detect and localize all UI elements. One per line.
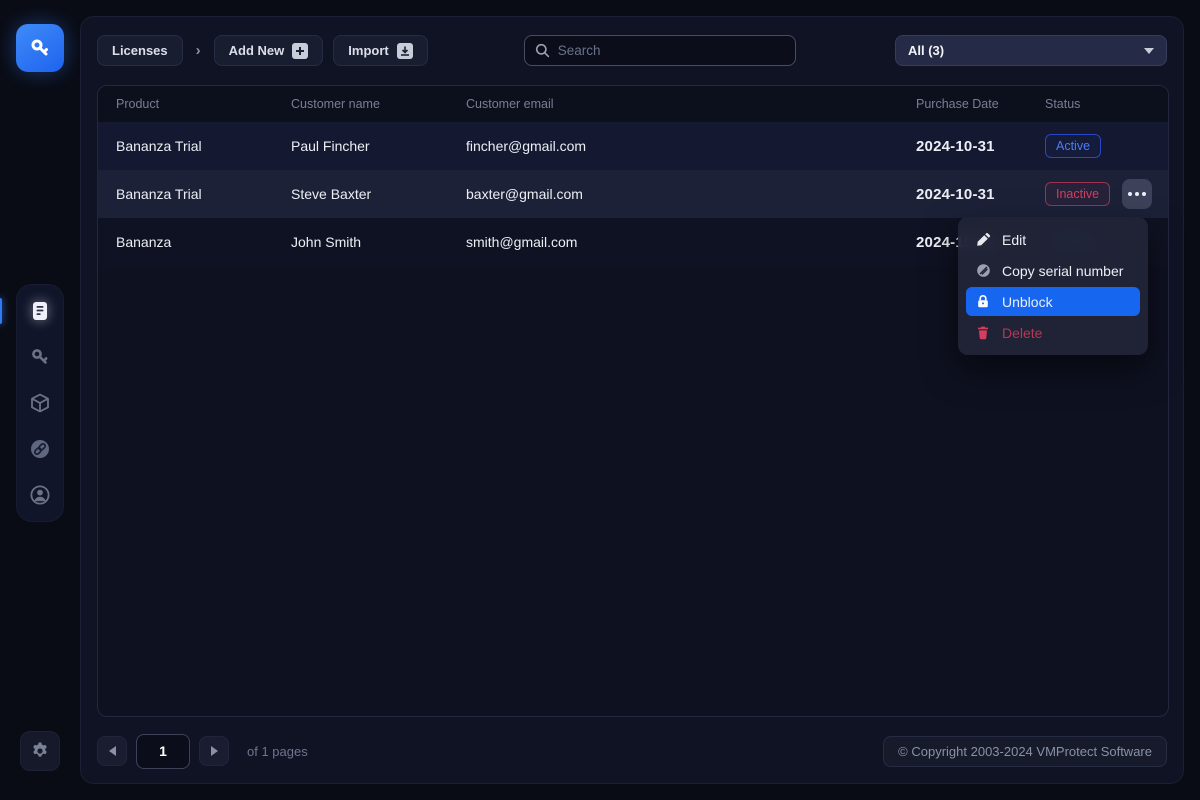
- column-header-product: Product: [116, 97, 291, 111]
- next-page-button[interactable]: [199, 736, 229, 766]
- cube-icon: [29, 392, 51, 414]
- document-icon: [30, 300, 50, 322]
- cell-customer-email: smith@gmail.com: [466, 234, 916, 250]
- cell-customer-name: Paul Fincher: [291, 138, 466, 154]
- sidebar-item-products[interactable]: [28, 391, 52, 415]
- pages-count-label: of 1 pages: [247, 744, 308, 759]
- column-header-status: Status: [1045, 97, 1168, 111]
- menu-item-copy-serial[interactable]: Copy serial number: [966, 256, 1140, 285]
- panel-footer: 1 of 1 pages © Copyright 2003-2024 VMPro…: [97, 733, 1167, 769]
- import-label: Import: [348, 43, 388, 58]
- table-row[interactable]: Bananza Trial Paul Fincher fincher@gmail…: [98, 122, 1168, 170]
- current-page: 1: [159, 743, 167, 759]
- menu-item-label: Edit: [1002, 232, 1026, 248]
- main-panel: Licenses › Add New Import: [80, 16, 1184, 784]
- lock-icon: [975, 294, 991, 309]
- download-icon: [397, 43, 413, 59]
- sidebar-nav: [16, 284, 64, 522]
- sidebar-item-links[interactable]: [28, 437, 52, 461]
- cell-customer-name: Steve Baxter: [291, 186, 466, 202]
- page-number-box[interactable]: 1: [136, 734, 190, 769]
- search-icon: [535, 43, 550, 58]
- active-nav-indicator: [0, 298, 2, 324]
- user-icon: [29, 484, 51, 506]
- column-header-customer-email: Customer email: [466, 97, 916, 111]
- column-header-purchase-date: Purchase Date: [916, 97, 1045, 111]
- chevron-right-icon: ›: [196, 42, 201, 59]
- menu-item-label: Delete: [1002, 325, 1042, 341]
- toolbar: Licenses › Add New Import: [97, 35, 1167, 66]
- plus-icon: [292, 43, 308, 59]
- cell-customer-email: baxter@gmail.com: [466, 186, 916, 202]
- arrow-left-icon: [109, 746, 116, 756]
- sidebar-item-licenses[interactable]: [28, 299, 52, 323]
- add-new-button[interactable]: Add New: [214, 35, 324, 66]
- app-logo[interactable]: [16, 24, 64, 72]
- chevron-down-icon: [1144, 48, 1154, 54]
- cell-customer-email: fincher@gmail.com: [466, 138, 916, 154]
- breadcrumb-licenses-button[interactable]: Licenses: [97, 35, 183, 66]
- import-button[interactable]: Import: [333, 35, 427, 66]
- add-new-label: Add New: [229, 43, 285, 58]
- gear-icon: [30, 741, 50, 761]
- cell-product: Bananza Trial: [116, 186, 291, 202]
- breadcrumb-label: Licenses: [112, 43, 168, 58]
- table-row[interactable]: Bananza Trial Steve Baxter baxter@gmail.…: [98, 170, 1168, 218]
- search-box: [524, 35, 796, 66]
- cell-product: Bananza Trial: [116, 138, 291, 154]
- key-icon: [28, 36, 52, 60]
- table-header: Product Customer name Customer email Pur…: [98, 86, 1168, 122]
- cell-purchase-date: 2024-10-31: [916, 138, 1045, 155]
- sidebar-item-keys[interactable]: [28, 345, 52, 369]
- status-badge: Active: [1045, 134, 1101, 158]
- cell-customer-name: John Smith: [291, 234, 466, 250]
- previous-page-button[interactable]: [97, 736, 127, 766]
- row-actions-button[interactable]: [1122, 179, 1152, 209]
- copyright-notice: © Copyright 2003-2024 VMProtect Software: [883, 736, 1167, 767]
- row-context-menu: Edit Copy serial number Unblock Delete: [958, 217, 1148, 355]
- link-icon: [29, 438, 51, 460]
- menu-item-edit[interactable]: Edit: [966, 225, 1140, 254]
- cell-purchase-date: 2024-10-31: [916, 186, 1045, 203]
- trash-icon: [975, 325, 991, 340]
- cell-product: Bananza: [116, 234, 291, 250]
- sidebar-item-customers[interactable]: [28, 483, 52, 507]
- pencil-icon: [975, 232, 991, 247]
- key-icon: [29, 346, 51, 368]
- status-badge: Inactive: [1045, 182, 1110, 206]
- menu-item-label: Copy serial number: [1002, 263, 1123, 279]
- menu-item-delete[interactable]: Delete: [966, 318, 1140, 347]
- search-input[interactable]: [558, 43, 785, 58]
- settings-button[interactable]: [20, 731, 60, 771]
- filter-value: All (3): [908, 43, 944, 58]
- arrow-right-icon: [211, 746, 218, 756]
- copy-icon: [975, 263, 991, 278]
- licenses-table: Product Customer name Customer email Pur…: [97, 85, 1169, 717]
- menu-item-unblock[interactable]: Unblock: [966, 287, 1140, 316]
- menu-item-label: Unblock: [1002, 294, 1053, 310]
- status-filter-dropdown[interactable]: All (3): [895, 35, 1167, 66]
- column-header-customer-name: Customer name: [291, 97, 466, 111]
